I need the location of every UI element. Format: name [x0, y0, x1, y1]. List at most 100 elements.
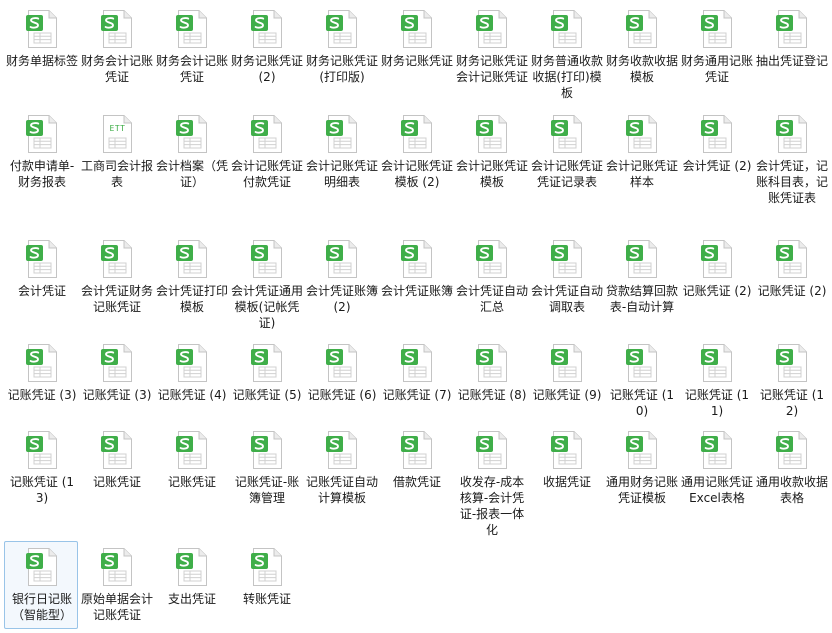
file-item[interactable]: 记账凭证 (8) [454, 337, 528, 437]
file-item[interactable]: 财务普通收款收据(打印)模板 [529, 3, 603, 103]
file-item[interactable]: 记账凭证 (12) [754, 337, 828, 437]
file-item[interactable]: 财务收款收据模板 [604, 3, 678, 103]
file-item[interactable]: 财务单据标签 [4, 3, 78, 103]
file-item[interactable]: 财务会计记账凭证 [79, 3, 153, 103]
file-name-label: 会计记账凭证样本 [605, 159, 678, 189]
spreadsheet-file-icon [250, 343, 284, 383]
file-item[interactable]: 会计凭证账簿 [379, 233, 453, 333]
file-name-label: 付款申请单-财务报表 [9, 159, 75, 189]
file-item[interactable]: 记账凭证 (2) [679, 233, 753, 333]
file-item[interactable]: 会计凭证 (2) [679, 108, 753, 208]
file-item[interactable]: 转账凭证 [229, 541, 303, 629]
file-item[interactable]: 财务记账凭证会计记账凭证 [454, 3, 528, 103]
file-item[interactable]: 借款凭证 [379, 424, 453, 524]
file-item[interactable]: 财务记账凭证(打印版) [304, 3, 378, 103]
file-item[interactable]: 记账凭证 (4) [154, 337, 228, 437]
file-item[interactable]: 记账凭证 (11) [679, 337, 753, 437]
file-item[interactable]: 原始单据会计记账凭证 [79, 541, 153, 629]
spreadsheet-file-icon [475, 430, 509, 470]
spreadsheet-file-icon [250, 114, 284, 154]
file-item[interactable]: 会计记账凭证样本 [604, 108, 678, 208]
spreadsheet-file-icon [700, 239, 734, 279]
file-item[interactable]: 会计记账凭证模板 [454, 108, 528, 208]
file-item[interactable]: 财务通用记账凭证 [679, 3, 753, 103]
file-item[interactable]: 会计凭证财务记账凭证 [79, 233, 153, 333]
file-name-label: 会计凭证 (2) [682, 159, 752, 173]
file-item[interactable]: 会计凭证自动调取表 [529, 233, 603, 333]
spreadsheet-file-icon [400, 114, 434, 154]
file-item[interactable]: 记账凭证 [79, 424, 153, 524]
file-item[interactable]: 财务会计记账凭证 [154, 3, 228, 103]
file-item[interactable]: 会计记账凭证凭证记录表 [529, 108, 603, 208]
file-item[interactable]: 财务记账凭证 [379, 3, 453, 103]
file-item[interactable]: ETT 工商司会计报表 [79, 108, 153, 208]
file-name-label: 会计凭证自动调取表 [530, 284, 603, 314]
file-item[interactable]: 会计凭证打印模板 [154, 233, 228, 333]
file-item[interactable]: 付款申请单-财务报表 [4, 108, 78, 208]
spreadsheet-file-icon [775, 343, 809, 383]
file-item[interactable]: 收发存-成本核算-会计凭证-报表一体化 [454, 424, 528, 537]
file-name-label: 记账凭证 (11) [684, 388, 750, 418]
spreadsheet-file-icon [100, 430, 134, 470]
spreadsheet-file-icon [625, 114, 659, 154]
file-item[interactable]: 会计记账凭证明细表 [304, 108, 378, 208]
file-item[interactable]: 抽出凭证登记 [754, 3, 828, 103]
file-item[interactable]: 通用财务记账凭证模板 [604, 424, 678, 524]
spreadsheet-file-icon [250, 430, 284, 470]
file-name-label: 财务记账凭证 [380, 54, 453, 68]
spreadsheet-file-icon [250, 239, 284, 279]
file-name-label: 会计档案（凭证） [155, 159, 228, 189]
file-item[interactable]: 银行日记账（智能型） [4, 541, 78, 629]
file-item[interactable]: 贷款结算回款表-自动计算 [604, 233, 678, 333]
spreadsheet-file-icon [550, 114, 584, 154]
file-item[interactable]: 记账凭证自动计算模板 [304, 424, 378, 524]
spreadsheet-file-icon [25, 430, 59, 470]
file-item[interactable]: 记账凭证 (6) [304, 337, 378, 437]
file-item[interactable]: 记账凭证-账簿管理 [229, 424, 303, 524]
file-item[interactable]: 会计凭证自动汇总 [454, 233, 528, 333]
file-item[interactable]: 会计记账凭证付款凭证 [229, 108, 303, 208]
file-name-label: 借款凭证 [392, 475, 441, 489]
file-item[interactable]: 通用收款收据表格 [754, 424, 828, 524]
file-name-label: 财务通用记账凭证 [680, 54, 753, 84]
spreadsheet-file-icon [625, 239, 659, 279]
file-item[interactable]: 记账凭证 (7) [379, 337, 453, 437]
spreadsheet-file-icon [400, 343, 434, 383]
spreadsheet-file-icon [400, 9, 434, 49]
file-item[interactable]: 通用记账凭证Excel表格 [679, 424, 753, 524]
spreadsheet-file-icon [325, 114, 359, 154]
file-item[interactable]: 记账凭证 (3) [79, 337, 153, 437]
ett-template-file-icon: ETT [100, 114, 134, 154]
file-name-label: 记账凭证 (6) [307, 388, 377, 402]
file-item[interactable]: 记账凭证 (5) [229, 337, 303, 437]
file-item[interactable]: 会计记账凭证模板 (2) [379, 108, 453, 208]
file-name-label: 会计凭证账簿 [380, 284, 453, 298]
file-item[interactable]: 记账凭证 (13) [4, 424, 78, 524]
file-item[interactable]: 收据凭证 [529, 424, 603, 524]
spreadsheet-file-icon [625, 9, 659, 49]
file-item[interactable]: 支出凭证 [154, 541, 228, 629]
file-item[interactable]: 会计凭证，记账科目表，记账凭证表 [754, 108, 828, 208]
file-item[interactable]: 记账凭证 (9) [529, 337, 603, 437]
spreadsheet-file-icon [625, 430, 659, 470]
file-item[interactable]: 会计档案（凭证） [154, 108, 228, 208]
file-name-label: 通用财务记账凭证模板 [605, 475, 678, 505]
file-name-label: 记账凭证 [167, 475, 216, 489]
file-item[interactable]: 记账凭证 (2) [754, 233, 828, 333]
file-name-label: 会计记账凭证凭证记录表 [530, 159, 603, 189]
spreadsheet-file-icon [25, 547, 59, 587]
spreadsheet-file-icon [25, 114, 59, 154]
file-name-label: 工商司会计报表 [80, 159, 153, 189]
file-item[interactable]: 会计凭证账簿 (2) [304, 233, 378, 333]
file-item[interactable]: 财务记账凭证 (2) [229, 3, 303, 103]
file-item[interactable]: 记账凭证 (3) [4, 337, 78, 437]
file-name-label: 记账凭证 (7) [382, 388, 452, 402]
file-item[interactable]: 记账凭证 [154, 424, 228, 524]
spreadsheet-file-icon [700, 343, 734, 383]
file-item[interactable]: 会计凭证 [4, 233, 78, 333]
file-item[interactable]: 记账凭证 (10) [604, 337, 678, 437]
file-grid: 财务单据标签 财务会计记账凭证 财务会计记账凭证 财务记账凭证 (2) 财务记账凭证(打… [4, 0, 830, 633]
file-item[interactable]: 会计凭证通用模板(记帐凭证) [229, 233, 303, 333]
file-name-label: 抽出凭证登记 [755, 54, 828, 68]
file-name-label: 财务收款收据模板 [605, 54, 678, 84]
